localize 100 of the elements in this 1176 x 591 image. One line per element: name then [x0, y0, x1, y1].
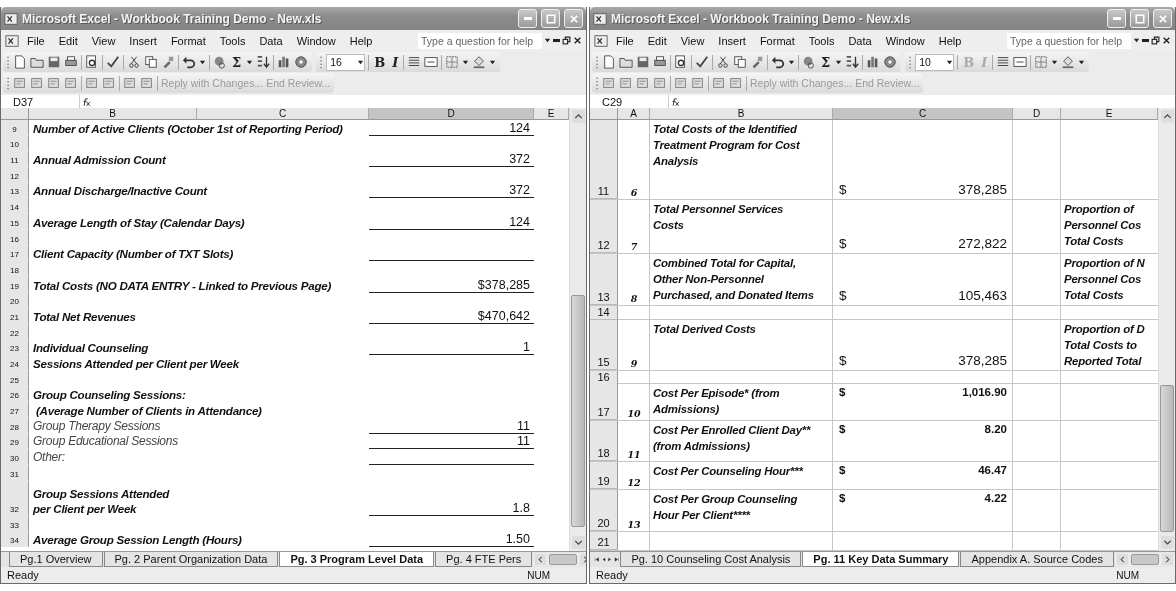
sort-icon[interactable]	[845, 55, 860, 69]
scroll-left-icon[interactable]	[535, 554, 547, 565]
row-header[interactable]: 28	[1, 418, 29, 434]
column-header[interactable]: C	[197, 108, 369, 120]
review-document-icon[interactable]	[636, 76, 650, 90]
horizontal-scrollbar[interactable]	[533, 553, 586, 566]
review-document-icon[interactable]	[47, 76, 61, 90]
restore-icon[interactable]	[562, 36, 571, 45]
menu-item[interactable]: Edit	[52, 33, 84, 48]
review-document-icon[interactable]	[30, 76, 44, 90]
review-document-icon[interactable]	[653, 76, 667, 90]
vertical-scrollbar[interactable]	[569, 108, 586, 551]
merge-icon[interactable]	[424, 55, 439, 69]
autosum-button[interactable]: Σ	[819, 54, 833, 70]
menu-item[interactable]: File	[21, 33, 51, 48]
row-header[interactable]: 12	[590, 200, 618, 254]
menu-item[interactable]: Window	[879, 33, 931, 48]
restore-icon[interactable]	[1151, 36, 1160, 45]
menu-item[interactable]: Data	[253, 33, 289, 48]
column-header[interactable]: D	[1013, 108, 1061, 120]
review-document-icon[interactable]	[674, 76, 688, 90]
scroll-up-icon[interactable]	[1160, 110, 1174, 123]
review-document-icon[interactable]	[691, 76, 705, 90]
scissors-icon[interactable]	[127, 55, 141, 69]
menu-item[interactable]: View	[85, 33, 122, 48]
menu-item[interactable]: Insert	[712, 33, 752, 48]
scroll-up-icon[interactable]	[571, 110, 585, 123]
globe-link-icon[interactable]	[213, 55, 227, 69]
row-header[interactable]: 12	[1, 167, 29, 183]
scroll-thumb[interactable]	[549, 554, 578, 565]
caret-icon[interactable]	[1051, 58, 1059, 66]
row-header[interactable]: 15	[1, 214, 29, 230]
sheet-tab[interactable]: Pg.1 Overview	[9, 552, 103, 567]
row-header[interactable]: 32	[1, 480, 29, 516]
minimize-button[interactable]	[1107, 9, 1126, 28]
align-icon[interactable]	[996, 55, 1011, 69]
row-header[interactable]: 18	[1, 261, 29, 277]
caret-icon[interactable]	[1133, 37, 1140, 44]
caret-icon[interactable]	[246, 58, 254, 66]
scroll-down-icon[interactable]	[571, 536, 585, 549]
brush-icon[interactable]	[161, 55, 175, 69]
review-document-icon[interactable]	[712, 76, 726, 90]
font-size-dropdown[interactable]: 16	[326, 53, 366, 71]
column-header[interactable]: C	[833, 108, 1013, 120]
row-header[interactable]: 11	[590, 120, 618, 200]
sheet-tab[interactable]: Pg. 10 Counseling Cost Analysis	[620, 552, 802, 567]
column-header[interactable]: B	[29, 108, 197, 120]
maximize-button[interactable]	[541, 9, 560, 28]
review-document-icon[interactable]	[123, 76, 137, 90]
align-icon[interactable]	[407, 55, 422, 69]
row-header[interactable]: 27	[1, 402, 29, 419]
menu-item[interactable]: Format	[753, 33, 801, 48]
row-header[interactable]: 15	[590, 320, 618, 371]
caret-icon[interactable]	[946, 58, 954, 66]
help-search-field[interactable]: Type a question for help	[418, 32, 542, 49]
document-icon[interactable]	[13, 55, 27, 69]
caret-icon[interactable]	[462, 58, 470, 66]
close-button[interactable]	[564, 9, 583, 28]
sheet-tab[interactable]: Appendix A. Source Codes	[960, 552, 1114, 567]
printer-icon[interactable]	[64, 55, 78, 69]
menu-item[interactable]: Help	[343, 33, 379, 48]
scroll-right-icon[interactable]	[1162, 554, 1173, 565]
menu-item[interactable]: Window	[290, 33, 342, 48]
scroll-thumb[interactable]	[1160, 384, 1174, 533]
review-document-icon[interactable]	[619, 76, 633, 90]
column-header[interactable]: B	[650, 108, 833, 120]
row-header[interactable]: 17	[590, 384, 618, 420]
row-header[interactable]: 18	[590, 420, 618, 461]
menu-item[interactable]: View	[674, 33, 711, 48]
font-size-dropdown[interactable]: 10	[915, 53, 955, 71]
review-document-icon[interactable]	[140, 76, 154, 90]
row-header[interactable]: 19	[590, 461, 618, 490]
caret-icon[interactable]	[357, 58, 365, 66]
help-icon[interactable]	[883, 55, 898, 69]
row-header[interactable]: 24	[1, 355, 29, 371]
row-header[interactable]: 14	[1, 198, 29, 215]
column-header[interactable]: E	[1061, 108, 1158, 120]
review-document-icon[interactable]	[64, 76, 78, 90]
row-header[interactable]: 25	[1, 371, 29, 387]
brush-icon[interactable]	[750, 55, 764, 69]
row-header[interactable]: 31	[1, 465, 29, 481]
help-search-field[interactable]: Type a question for help	[1007, 32, 1131, 49]
close-icon[interactable]	[573, 36, 582, 45]
bold-button[interactable]: B	[372, 54, 388, 70]
close-button[interactable]	[1153, 9, 1172, 28]
close-icon[interactable]	[1162, 36, 1171, 45]
review-document-icon[interactable]	[102, 76, 116, 90]
help-icon[interactable]	[294, 55, 309, 69]
undo-icon[interactable]	[182, 55, 196, 69]
scroll-thumb[interactable]	[1131, 554, 1159, 565]
row-header[interactable]: 21	[590, 532, 618, 550]
sheet-tab[interactable]: Pg. 4 FTE Pers	[435, 552, 533, 567]
horizontal-scrollbar[interactable]	[1115, 553, 1175, 566]
paint-bucket-icon[interactable]	[1061, 55, 1076, 69]
caret-icon[interactable]	[835, 58, 843, 66]
caret-icon[interactable]	[544, 37, 551, 44]
copy-icon[interactable]	[144, 55, 158, 69]
maximize-button[interactable]	[1130, 9, 1149, 28]
folder-icon[interactable]	[30, 55, 44, 69]
folder-icon[interactable]	[619, 55, 633, 69]
